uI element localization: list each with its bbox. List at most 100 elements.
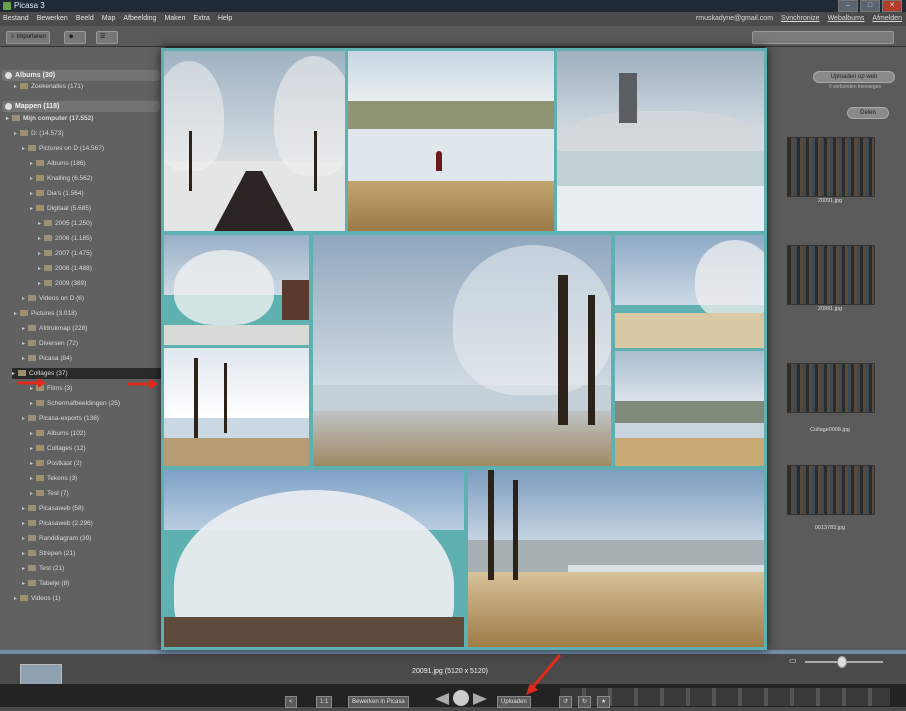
folder-item[interactable]: ▸ Strepen (21) [22,548,75,559]
folder-item[interactable]: ▸ Randdiagram (39) [22,533,91,544]
folder-item[interactable]: ▸ D: (14.573) [14,128,64,139]
folder-item[interactable]: ▸ Picasa (84) [22,353,72,364]
folder-label: Test (21) [39,565,65,572]
thumbnail[interactable] [787,465,875,515]
folder-item[interactable]: ▸ Films (3) [30,383,72,394]
menu-item-map[interactable]: Map [102,12,116,26]
folder-label: Videos (1) [31,595,61,602]
play-button[interactable] [453,690,469,706]
import-label: Importeren [16,34,46,40]
section-albums[interactable]: Albums (30) [2,70,160,81]
zoom-slider-handle[interactable] [837,656,847,668]
folder-item[interactable]: ▸ Afdrukmap (228) [22,323,87,334]
folder-item[interactable]: ▸ Picasaweb (58) [22,503,84,514]
collage-photo [615,235,764,348]
folder-sidebar: Albums (30) Mappen (118) ▸ Zoekenalles (1… [0,47,165,650]
back-arrow-icon[interactable] [435,693,449,705]
people-icon: ☻ [68,34,75,40]
maximize-button[interactable]: □ [860,0,880,12]
folder-item[interactable]: ▸ Videos on D (6) [22,293,84,304]
folder-item-selected[interactable]: ▸ Collages (37) [12,368,162,379]
import-button[interactable]: ⇩ Importeren [6,31,50,44]
folder-item[interactable]: ▸ Tekens (3) [30,473,77,484]
share-label: Delen [860,110,876,116]
collage-preview[interactable] [161,48,767,650]
folder-icon [36,385,44,392]
folder-icon [28,520,36,527]
edit-in-picasa-button[interactable]: Bewerken in Picasa [348,696,409,708]
folder-item[interactable]: ▸ Knalling (6.562) [30,173,93,184]
link-synchronize[interactable]: Synchronize [781,12,820,26]
menu-item-extra[interactable]: Extra [193,12,209,26]
menu-item-afbeelding[interactable]: Afbeelding [123,12,156,26]
folder-item[interactable]: ▸ Albums (186) [30,158,86,169]
folder-item[interactable]: ▸ Picasaweb (2.296) [22,518,93,529]
folder-item[interactable]: ▸ Schermafbeeldingen (25) [30,398,120,409]
minimize-button[interactable]: – [838,0,858,12]
folder-icon [36,430,44,437]
list-view-button[interactable]: ☰ [96,31,118,44]
folder-item[interactable]: ▸ 2005 (1.250) [38,218,92,229]
collage-photo [468,470,764,647]
folder-label: Picasaweb (2.296) [39,520,93,527]
folder-item[interactable]: ▸ Dia's (1.564) [30,188,84,199]
upload-web-button[interactable]: Uploaden op web [813,71,895,83]
section-folders[interactable]: Mappen (118) [2,101,160,112]
link-webalbums[interactable]: Webalbums [828,12,865,26]
rotate-right-button[interactable]: ↻ [578,696,592,708]
people-button[interactable]: ☻ [64,31,86,44]
folder-item[interactable]: ▸ Tabelje (8) [22,578,69,589]
link-afmelden[interactable]: Afmelden [872,12,902,26]
rotate-left-button[interactable]: ↺ [559,696,573,708]
account-email[interactable]: rmuskadyne@gmail.com [696,12,773,26]
thumbnail[interactable] [787,363,875,413]
previous-button[interactable]: < [285,696,297,708]
folder-item[interactable]: ▸ Pictures (3.018) [14,308,77,319]
menu-item-beeld[interactable]: Beeld [76,12,94,26]
folder-label: Postkast (2) [47,460,82,467]
expand-icon [5,71,12,79]
zoom-icon: ▭ [789,656,797,665]
folder-item[interactable]: ▸ Videos (1) [14,593,61,604]
star-icon: ★ [601,699,607,705]
folder-item[interactable]: ▸ Collages (12) [30,443,86,454]
folder-icon [44,280,52,287]
folder-icon [36,160,44,167]
folder-label: Strepen (21) [39,550,76,557]
folder-item[interactable]: ▸ Diversen (72) [22,338,78,349]
folder-item[interactable]: ▸ Zoekenalles (171) [14,81,83,92]
picasa-app-icon [3,2,11,10]
actual-size-button[interactable]: 1:1 [316,696,333,708]
folder-item[interactable]: ▸ 2009 (389) [38,278,86,289]
menu-item-bewerken[interactable]: Bewerken [37,12,68,26]
menu-item-help[interactable]: Help [218,12,232,26]
folder-item[interactable]: ▸ Test (7) [30,488,69,499]
thumbnail[interactable] [787,245,875,305]
folder-item[interactable]: ▸ Albums (102) [30,428,86,439]
folder-item[interactable]: ▸ Mijn computer (17.552) [6,113,93,124]
thumbnail-label: Collage0008.jpg [810,427,850,433]
menu-item-maken[interactable]: Maken [164,12,185,26]
folder-item[interactable]: ▸ Test (21) [22,563,64,574]
folder-item[interactable]: ▸ 2008 (1.488) [38,263,92,274]
folder-item[interactable]: ▸ Digitaal (5.685) [30,203,91,214]
share-button[interactable]: Delen [847,107,889,119]
folder-item[interactable]: ▸ Postkast (2) [30,458,82,469]
folder-icon [20,595,28,602]
forward-arrow-icon[interactable] [473,693,487,705]
folder-item[interactable]: ▸ Picasa-exports (138) [22,413,99,424]
folder-icon [28,355,36,362]
folder-icon [20,130,28,137]
folder-item[interactable]: ▸ 2007 (1.475) [38,248,92,259]
folder-label: Films (3) [47,385,73,392]
folder-item[interactable]: ▸ 2006 (1.185) [38,233,92,244]
window-controls: – □ ✕ [838,0,902,12]
thumbnail[interactable] [787,137,875,197]
close-button[interactable]: ✕ [882,0,902,12]
folder-item[interactable]: ▸ Pictures on D (14.567) [22,143,104,154]
upload-button[interactable]: Uploaden [497,696,531,708]
star-button[interactable]: ★ [597,696,611,708]
search-input[interactable] [752,31,894,44]
folder-icon [44,265,52,272]
menu-item-bestand[interactable]: Bestand [3,12,29,26]
